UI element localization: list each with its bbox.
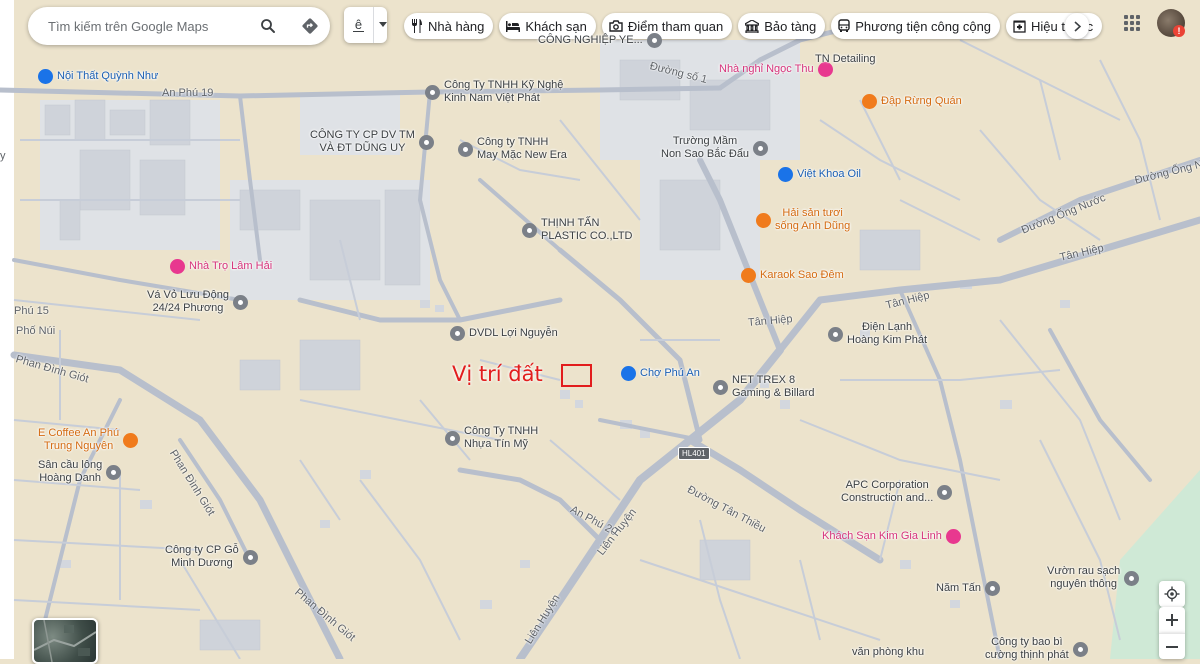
chip-label: Điểm tham quan [627, 18, 724, 34]
search-box[interactable] [28, 7, 330, 45]
input-tools-label: ê [353, 17, 364, 32]
pharmacy-icon [1013, 20, 1026, 33]
cafe-pin-icon [123, 432, 139, 448]
bus-icon [838, 19, 850, 32]
place-noi-that-quynh-nhu[interactable]: Nội Thất Quỳnh Như [38, 69, 158, 84]
place-pin-icon [106, 464, 122, 480]
land-location-marker [561, 364, 592, 387]
place-van-phong-khu[interactable]: văn phòng khu [852, 646, 924, 659]
place-new-era[interactable]: Công ty TNHH May Mặc New Era [458, 136, 567, 162]
place-dap-rung-quan[interactable]: Đập Rừng Quán [862, 94, 962, 109]
chip-label: Phương tiện công cộng [855, 18, 992, 34]
place-net-trex[interactable]: NET TREX 8 Gaming & Billard [713, 374, 815, 400]
chip-transit[interactable]: Phương tiện công cộng [831, 13, 1001, 39]
place-pin-icon [828, 326, 843, 342]
place-pin-icon [522, 222, 537, 238]
place-kinh-nam[interactable]: Công Ty TNHH Kỹ Nghệ Kinh Nam Việt Phát [425, 79, 563, 105]
notification-badge-icon: ! [1173, 25, 1185, 37]
chips-scroll-right-button[interactable] [1065, 13, 1089, 39]
place-va-vo[interactable]: Vá Vỏ Lưu Động 24/24 Phương [147, 289, 248, 315]
road-label: Phố Núi [16, 325, 56, 337]
place-cho-phu-an[interactable]: Chợ Phú An [621, 366, 700, 381]
minus-icon [1166, 645, 1178, 648]
place-e-coffee[interactable]: E Coffee An Phú Trung Nguyên [38, 427, 139, 453]
place-apc-corporation[interactable]: APC Corporation Construction and... [841, 479, 953, 505]
place-truong-mam-non[interactable]: Trường Mầm Non Sao Bắc Đẩu [661, 135, 769, 161]
road-label: y [0, 150, 6, 162]
lodging-pin-icon [170, 259, 185, 274]
place-pin-icon [450, 326, 465, 341]
place-dien-lanh[interactable]: Điện Lạnh Hoàng Kim Phát [828, 321, 927, 347]
chip-label: Nhà hàng [428, 18, 485, 34]
place-minh-duong[interactable]: Công ty CP Gỗ Minh Dương [165, 544, 258, 570]
place-karaok-sao-dem[interactable]: Karaok Sao Đêm [741, 268, 844, 283]
directions-icon[interactable] [296, 12, 324, 40]
search-input[interactable] [46, 17, 260, 35]
place-nha-tro-lam-hai[interactable]: Nhà Trọ Lâm Hải [170, 259, 272, 274]
apps-grid-icon[interactable] [1124, 15, 1140, 31]
place-vuon-rau[interactable]: Vườn rau sạch nguyên thông [1047, 565, 1140, 591]
chip-label: Khách sạn [525, 18, 587, 34]
place-cuong-thinh-phat[interactable]: Công ty bao bì cường thịnh phát [985, 636, 1088, 662]
zoom-out-button[interactable] [1159, 633, 1185, 659]
my-location-button[interactable] [1159, 581, 1185, 607]
place-pin-icon [242, 549, 258, 565]
place-dvdl-loi-nguyen[interactable]: DVDL Lợi Nguyễn [450, 326, 558, 341]
place-pin-icon [937, 484, 953, 500]
place-viet-khoa-oil[interactable]: Việt Khoa Oil [778, 167, 861, 182]
place-dung-uy[interactable]: CÔNG TY CP DV TM VÀ ĐT DŨNG UY [310, 129, 434, 155]
satellite-preview-icon [34, 620, 96, 662]
input-tools-button[interactable]: ê [344, 7, 387, 43]
chip-restaurants[interactable]: Nhà hàng [404, 13, 494, 39]
bed-icon [506, 21, 521, 32]
restaurant-pin-icon [756, 212, 771, 228]
zoom-in-button[interactable] [1159, 607, 1185, 633]
restaurant-pin-icon [741, 268, 756, 283]
crosshair-icon [1164, 586, 1180, 602]
place-pin-icon [646, 33, 662, 48]
place-pin-icon [418, 134, 434, 150]
place-pin-icon [1072, 641, 1088, 657]
place-nam-tan[interactable]: Năm Tấn [936, 581, 1001, 596]
category-chips: Nhà hàng Khách sạn Điểm tham quan Bảo tà… [404, 13, 1103, 39]
road-label: Phú 15 [14, 305, 49, 317]
place-hai-san-anh-dung[interactable]: Hải sản tươi sống Anh Dũng [756, 207, 850, 233]
place-pin-icon [445, 430, 460, 446]
land-location-annotation: Vị trí đất [452, 362, 543, 386]
place-pin-icon [985, 581, 1001, 596]
search-icon[interactable] [254, 12, 282, 40]
satellite-layer-thumbnail[interactable] [32, 618, 98, 664]
market-pin-icon [621, 366, 636, 381]
place-pin-icon [713, 379, 728, 395]
plus-icon [1166, 614, 1178, 626]
place-pin-icon [232, 294, 248, 310]
place-kim-gia-linh[interactable]: Khách Sạn Kim Gia Linh [822, 529, 961, 544]
place-pin-icon [458, 141, 473, 157]
chevron-down-icon[interactable] [373, 7, 387, 43]
shopping-pin-icon [778, 167, 793, 182]
place-pin-icon [425, 84, 440, 100]
place-cong-nghiep[interactable]: CÔNG NGHIỆP YE... [538, 33, 662, 48]
place-thinh-tan[interactable]: THỊNH TẤN PLASTIC CO.,LTD [522, 217, 632, 243]
lodging-pin-icon [945, 529, 961, 544]
chip-museums[interactable]: Bảo tàng [738, 13, 826, 39]
chevron-right-icon [1073, 20, 1081, 32]
place-pin-icon [1124, 570, 1140, 586]
place-nhua-tin-my[interactable]: Công Ty TNHH Nhựa Tín Mỹ [445, 425, 538, 451]
chip-label: Bảo tàng [764, 18, 817, 34]
place-san-cau-long[interactable]: Sân cầu lông Hoàng Danh [38, 459, 122, 485]
school-pin-icon [753, 140, 769, 156]
highway-shield: HL401 [678, 447, 710, 460]
shopping-pin-icon [38, 69, 53, 84]
camera-icon [609, 20, 623, 32]
restaurant-pin-icon [862, 94, 877, 109]
fork-knife-icon [412, 19, 422, 33]
place-tn-detailing[interactable]: TN Detailing [815, 53, 876, 66]
road-label: An Phú 19 [162, 87, 214, 99]
museum-icon [745, 19, 760, 33]
